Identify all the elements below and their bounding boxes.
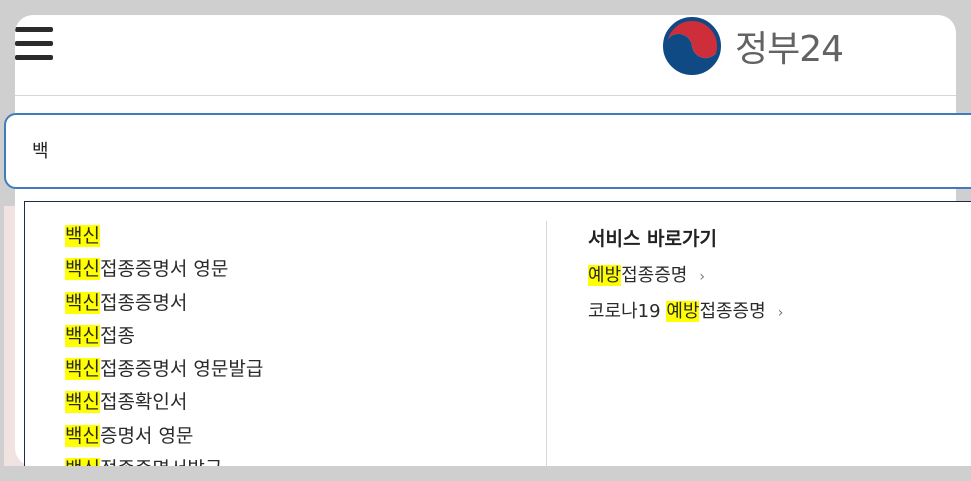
suggestion-list: 백신 백신접종증명서 영문 백신접종증명서 백신접종 백신접종증명서 영문발급 … — [65, 221, 263, 481]
suggestion-item[interactable]: 백신증명서 영문 — [65, 421, 263, 454]
logo-text: 정부24 — [735, 29, 844, 70]
suggestion-text: 접종증명서발급 — [99, 458, 223, 481]
suggestion-text: 증명서 영문 — [99, 424, 194, 447]
suggestion-text: 접종증명서 영문발급 — [99, 358, 264, 381]
search-input[interactable] — [32, 139, 632, 160]
suggestion-item[interactable]: 백신접종증명서 — [65, 288, 263, 321]
header: 정부24 — [15, 15, 956, 96]
service-shortcut-link[interactable]: 예방접종증명 › — [588, 261, 783, 297]
service-text: 접종증명 — [699, 301, 766, 322]
suggestion-highlight: 백신 — [65, 225, 100, 247]
taegeuk-emblem-icon — [663, 17, 721, 75]
search-box[interactable] — [4, 113, 971, 189]
service-text: 접종증명 — [621, 265, 688, 286]
suggestion-highlight: 백신 — [65, 291, 100, 314]
suggestion-highlight: 백신 — [65, 258, 100, 281]
suggestion-highlight: 백신 — [65, 324, 100, 347]
suggestion-text: 접종증명서 — [99, 291, 188, 314]
suggestion-item[interactable]: 백신접종증명서발급 — [65, 454, 263, 481]
suggestion-text: 접종확인서 — [99, 391, 188, 414]
chevron-right-icon: › — [699, 269, 705, 285]
service-shortcut-list: 예방접종증명 › 코로나19 예방접종증명 › — [588, 261, 783, 333]
services-title: 서비스 바로가기 — [588, 228, 717, 250]
suggestion-text: 접종 — [99, 324, 135, 347]
suggestion-item[interactable]: 백신접종증명서 영문발급 — [65, 354, 263, 387]
service-prefix: 코로나19 — [588, 301, 667, 322]
hamburger-menu-icon[interactable] — [15, 27, 53, 61]
suggestion-highlight: 백신 — [65, 458, 100, 481]
suggestion-text: 접종증명서 영문 — [99, 258, 229, 281]
site-logo[interactable]: 정부24 — [661, 15, 844, 77]
chevron-right-icon: › — [777, 305, 784, 321]
suggestion-highlight: 백신 — [65, 424, 100, 447]
service-highlight: 예방 — [588, 265, 622, 286]
suggestion-item[interactable]: 백신접종확인서 — [65, 387, 263, 420]
suggestion-highlight: 백신 — [65, 391, 100, 414]
suggestion-item[interactable]: 백신 — [65, 221, 263, 254]
service-shortcut-link[interactable]: 코로나19 예방접종증명 › — [588, 297, 783, 333]
service-highlight: 예방 — [666, 301, 700, 322]
suggestion-item[interactable]: 백신접종증명서 영문 — [65, 254, 263, 287]
dropdown-divider — [546, 221, 547, 481]
suggestion-highlight: 백신 — [65, 358, 100, 381]
screen: 정부24 백신 백신접종증명서 영문 백신접종증명서 백신접종 백신접종증명서 … — [0, 0, 971, 481]
suggestion-item[interactable]: 백신접종 — [65, 321, 263, 354]
